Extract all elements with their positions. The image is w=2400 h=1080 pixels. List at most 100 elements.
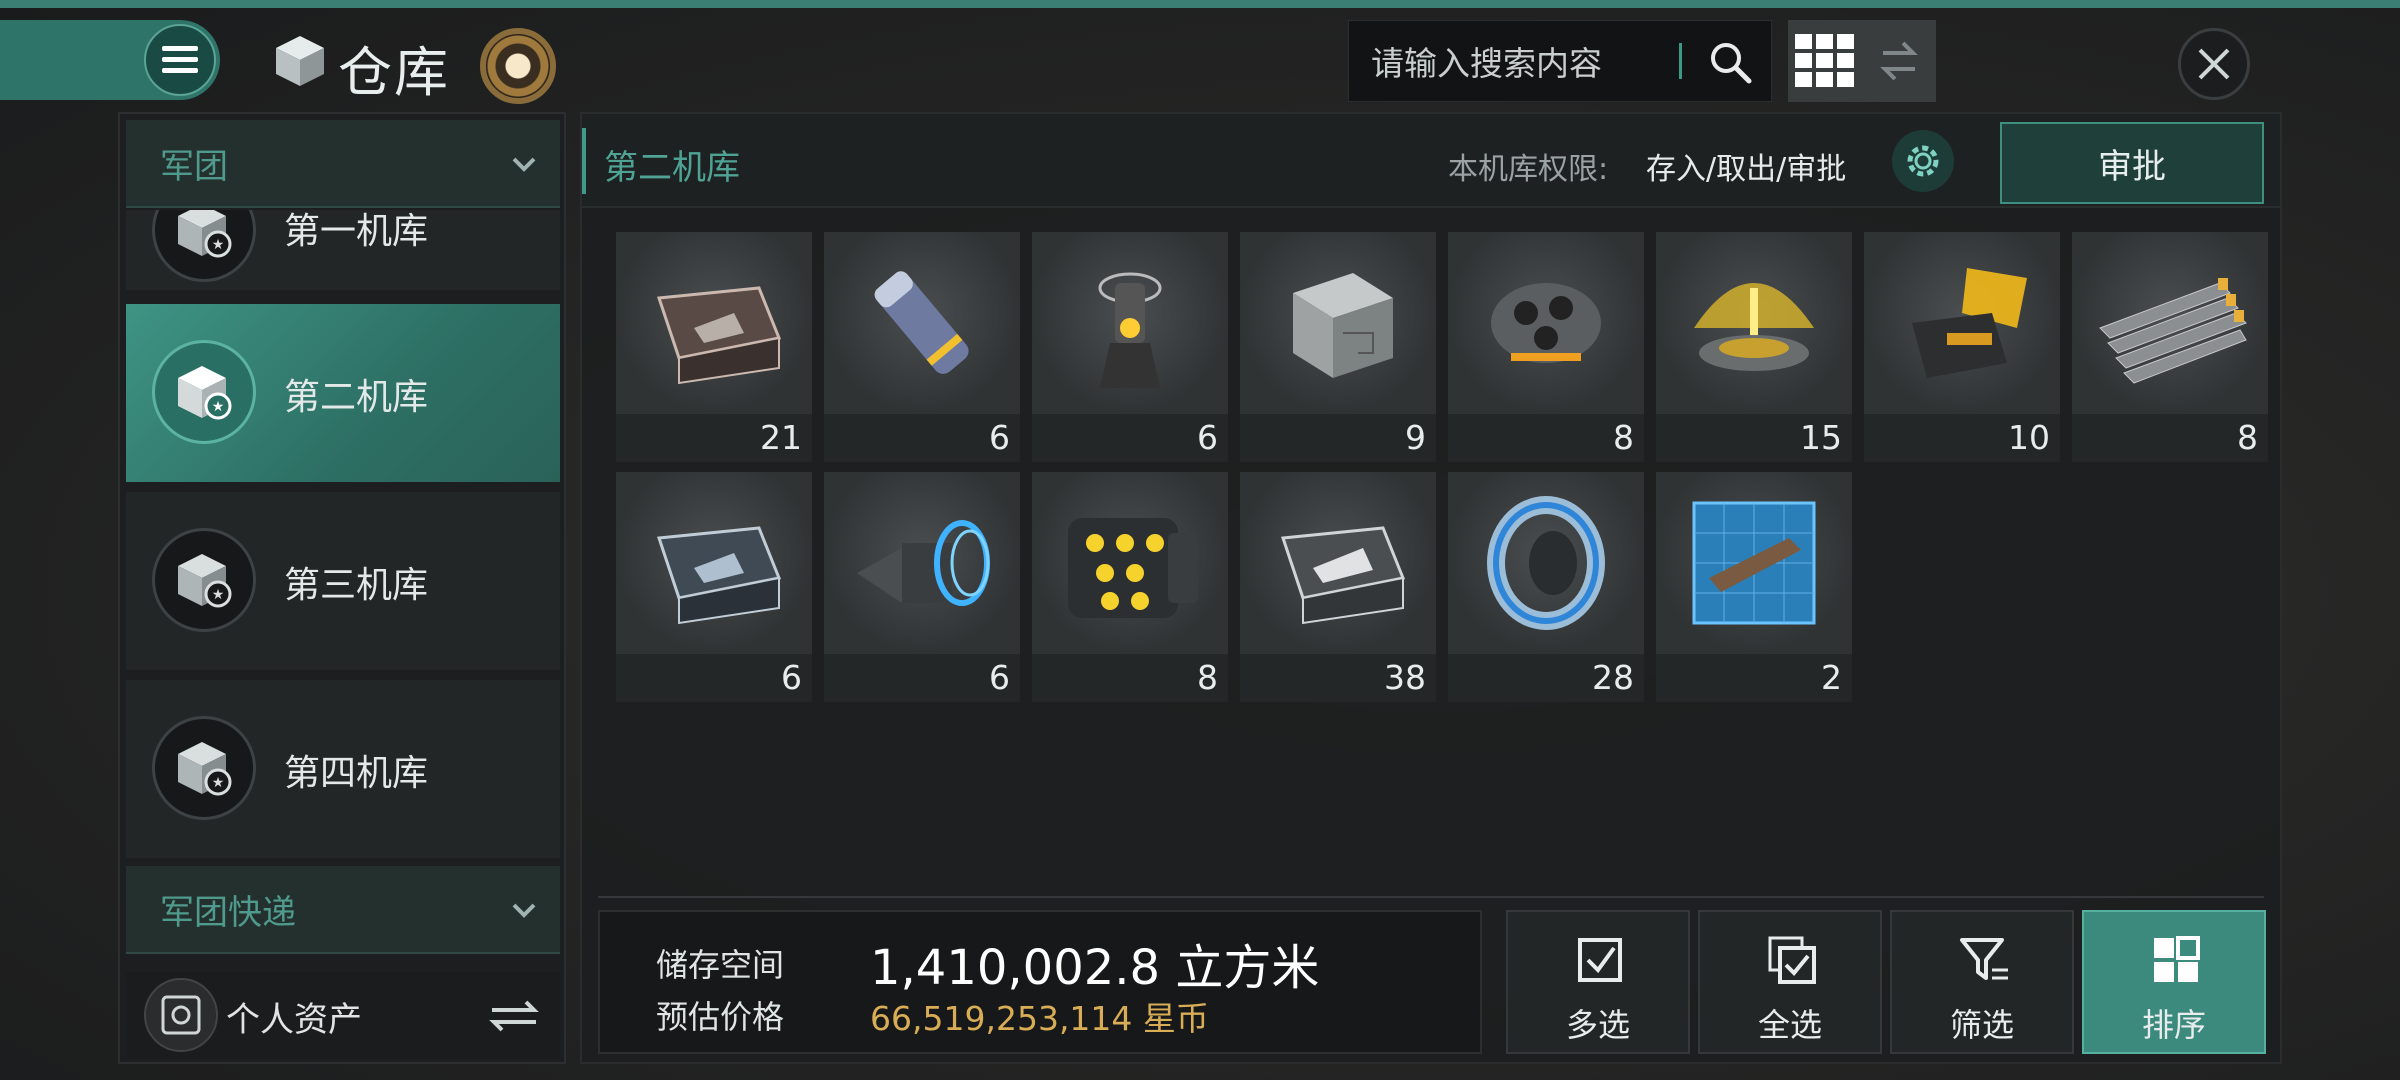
item-count: 15	[1656, 414, 1852, 462]
group-header-alliance[interactable]: 军团	[126, 120, 560, 208]
estimated-price-label: 预估价格	[656, 998, 785, 1036]
filter-button[interactable]: 筛选	[1890, 910, 2074, 1054]
hangar-header: 第二机库 本机库权限: 存入/取出/审批 审批	[582, 114, 2280, 208]
item-count: 8	[1032, 654, 1228, 702]
ship-crate-icon	[616, 232, 812, 414]
select-all-icon	[1768, 936, 1816, 984]
item-tile[interactable]: 6	[1032, 232, 1228, 462]
transfer-arrows-icon[interactable]	[486, 996, 542, 1036]
gear-icon	[1907, 145, 1939, 177]
search-icon[interactable]	[1707, 39, 1753, 85]
storage-summary: 储存空间 1,410,002.8 立方米 预估价格 66,519,253,114…	[598, 910, 1482, 1054]
metal-bars-icon	[2072, 232, 2268, 414]
item-count: 6	[824, 414, 1020, 462]
item-count: 38	[1240, 654, 1436, 702]
item-count: 6	[1032, 414, 1228, 462]
multi-select-icon	[1578, 938, 1622, 982]
settings-button[interactable]	[1892, 130, 1954, 192]
item-tile[interactable]: 6	[824, 232, 1020, 462]
group-header-express[interactable]: 军团快递	[126, 866, 560, 954]
item-tile[interactable]: 28	[1448, 472, 1644, 702]
sidebar-item-label: 第二机库	[284, 377, 429, 418]
estimated-price-value: 66,519,253,114 星币	[870, 999, 1209, 1038]
sidebar-item-hangar-1[interactable]: ★ 第一机库	[126, 210, 560, 290]
group-label: 军团	[160, 146, 228, 187]
action-label: 多选	[1565, 1006, 1630, 1044]
item-tile[interactable]: 21	[616, 232, 812, 462]
alliance-badge-icon[interactable]	[480, 28, 556, 104]
item-tile[interactable]: 6	[616, 472, 812, 702]
scanner-pad-icon	[1656, 232, 1852, 414]
action-label: 全选	[1757, 1006, 1822, 1044]
ship-blueprint-icon	[1656, 472, 1852, 654]
item-count: 2	[1656, 654, 1852, 702]
page-title: 仓库	[338, 41, 450, 104]
grid-view-icon[interactable]	[1788, 20, 1862, 102]
item-count: 8	[2072, 414, 2268, 462]
svg-text:★: ★	[212, 775, 225, 791]
beacon-device-icon	[1032, 232, 1228, 414]
item-tile[interactable]: 38	[1240, 472, 1436, 702]
hangar-cube-icon: ★	[152, 528, 256, 632]
personal-assets-item[interactable]: 个人资产	[126, 972, 560, 1058]
multi-select-button[interactable]: 多选	[1506, 910, 1690, 1054]
warehouse-cube-icon	[276, 36, 324, 86]
ring-module-icon	[1448, 472, 1644, 654]
safe-icon	[144, 978, 218, 1052]
hangar-cube-icon: ★	[152, 210, 256, 282]
thruster-icon	[824, 472, 1020, 654]
launcher-module-icon	[1448, 232, 1644, 414]
search-caret	[1679, 43, 1682, 79]
select-all-button[interactable]: 全选	[1698, 910, 1882, 1054]
item-count: 21	[616, 414, 812, 462]
item-tile[interactable]: 8	[1448, 232, 1644, 462]
close-button[interactable]	[2178, 28, 2250, 100]
permission-label: 本机库权限:	[1448, 152, 1609, 187]
item-tile[interactable]: 8	[1032, 472, 1228, 702]
ship-crate-white-icon	[1240, 472, 1436, 654]
chevron-down-icon	[512, 903, 536, 918]
armor-plate-icon	[1240, 232, 1436, 414]
item-count: 6	[616, 654, 812, 702]
hangar-cube-icon: ★	[152, 340, 256, 444]
view-toggle[interactable]	[1788, 20, 1936, 102]
sidebar-item-label: 第三机库	[284, 565, 429, 606]
approve-button[interactable]: 审批	[2000, 122, 2264, 204]
item-tile[interactable]: 8	[2072, 232, 2268, 462]
item-count: 10	[1864, 414, 2060, 462]
swap-arrows-icon[interactable]	[1862, 20, 1936, 102]
sidebar-item-label: 第四机库	[284, 753, 429, 794]
sidebar-item-hangar-2[interactable]: ★ 第二机库	[126, 304, 560, 482]
item-tile[interactable]: 2	[1656, 472, 1852, 702]
sort-button[interactable]: 排序	[2082, 910, 2266, 1054]
svg-text:★: ★	[212, 237, 225, 253]
storage-space-label: 储存空间	[656, 946, 785, 984]
filter-icon	[1960, 938, 2008, 980]
item-tile[interactable]: 15	[1656, 232, 1852, 462]
shield-generator-icon	[1864, 232, 2060, 414]
personal-assets-label: 个人资产	[226, 1000, 362, 1040]
permission-value: 存入/取出/审批	[1646, 152, 1847, 187]
sidebar-item-hangar-4[interactable]: ★ 第四机库	[126, 680, 560, 858]
item-count: 28	[1448, 654, 1644, 702]
storage-space-value: 1,410,002.8 立方米	[870, 940, 1320, 996]
canister-icon	[824, 232, 1020, 414]
hamburger-icon	[162, 46, 198, 73]
bottom-divider	[598, 896, 2264, 898]
hangar-content-panel: 第二机库 本机库权限: 存入/取出/审批 审批 21 6 6 9 8 15 10…	[580, 112, 2282, 1064]
item-tile[interactable]: 6	[824, 472, 1020, 702]
hangar-sidebar: 军团 ★ 第一机库 ★ 第二机库 ★ 第三机库 ★ 第四机库 军团快递 个人资产	[118, 112, 566, 1064]
sidebar-item-hangar-3[interactable]: ★ 第三机库	[126, 492, 560, 670]
search-input[interactable]: 请输入搜索内容	[1348, 20, 1772, 102]
item-tile[interactable]: 9	[1240, 232, 1436, 462]
item-tile[interactable]: 10	[1864, 232, 2060, 462]
menu-button[interactable]	[144, 24, 216, 96]
ship-crate-blue-icon	[616, 472, 812, 654]
search-placeholder: 请输入搜索内容	[1371, 44, 1602, 83]
item-count: 6	[824, 654, 1020, 702]
top-accent-line	[0, 0, 2400, 8]
svg-text:★: ★	[212, 587, 225, 603]
hangar-title: 第二机库	[604, 148, 740, 188]
group-label: 军团快递	[160, 892, 296, 933]
item-count: 8	[1448, 414, 1644, 462]
